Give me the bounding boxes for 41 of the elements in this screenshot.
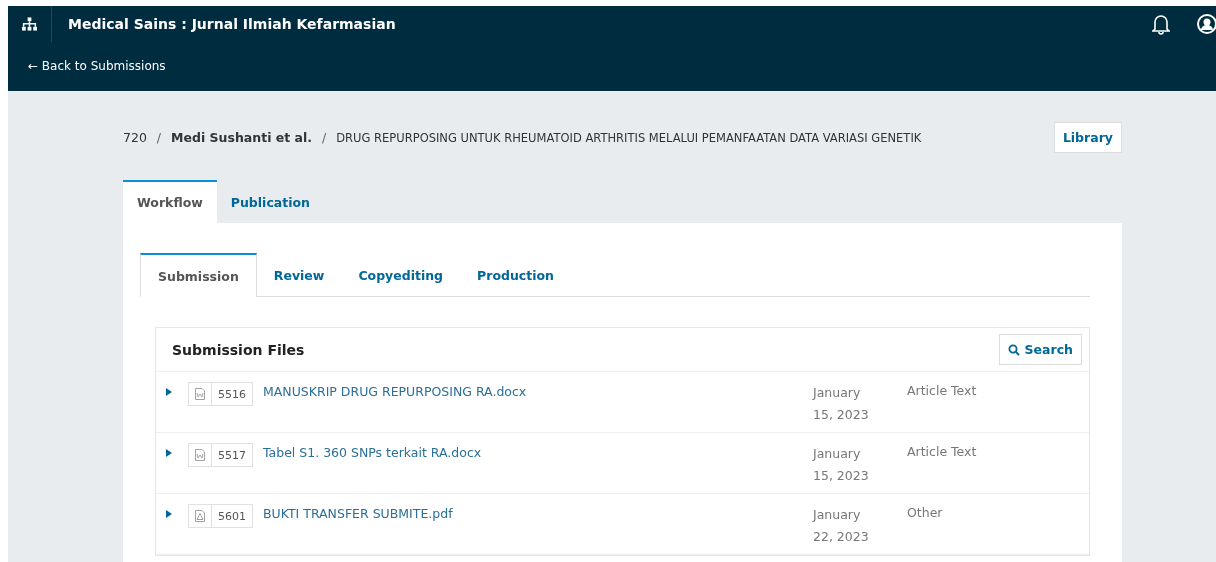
submission-title: DRUG REPURPOSING UNTUK RHEUMATOID ARTHRITIS MELALUI PEMANFAATAN DATA VARIASI GENETIK [336,130,922,145]
stage-tab[interactable]: Submission [140,253,257,297]
file-component: Article Text [907,444,977,459]
stage-tab[interactable]: Production [460,253,571,296]
search-button[interactable]: Search [998,334,1082,365]
library-button[interactable]: Library [1053,122,1122,153]
expand-icon[interactable] [166,510,172,518]
document-icon [195,449,205,461]
tab[interactable]: Workflow [123,180,217,223]
file-component: Other [907,505,943,520]
tab[interactable]: Publication [216,180,324,223]
file-id-badge: 5516 [188,382,253,406]
sitemap-icon[interactable] [22,6,52,42]
expand-icon[interactable] [166,388,172,396]
expand-icon[interactable] [166,449,172,457]
document-icon [195,388,205,400]
upload-date: January [813,384,862,402]
upload-date: January [813,506,862,524]
author-names: Medi Sushanti et al. [171,130,313,145]
user-icon[interactable] [1196,13,1216,35]
card-title: Submission Files [172,341,305,358]
journal-title[interactable]: Medical Sains : Jurnal Ilmiah Kefarmasian [68,16,396,32]
upload-date: January [813,445,862,463]
pdf-file-icon [195,510,205,522]
file-link[interactable]: MANUSKRIP DRUG REPURPOSING RA.docx [263,384,813,399]
file-link[interactable]: Tabel S1. 360 SNPs terkait RA.docx [263,445,813,460]
stage-tab[interactable]: Review [256,253,342,296]
file-link[interactable]: BUKTI TRANSFER SUBMITE.pdf [263,506,813,521]
submission-id: 720 [123,130,147,145]
upload-date: 15, 2023 [813,467,870,485]
back-link[interactable]: ← Back to Submissions [28,59,166,73]
breadcrumb-separator: / [322,130,327,145]
file-component: Article Text [907,383,977,398]
upload-date: 22, 2023 [813,528,870,546]
breadcrumb-separator: / [156,130,162,145]
file-id-badge: 5601 [188,504,253,528]
search-icon [1007,343,1020,356]
file-id-badge: 5517 [188,443,253,467]
upload-date: 15, 2023 [813,406,870,424]
stage-tab[interactable]: Copyediting [341,253,461,296]
bell-icon[interactable] [1152,13,1170,35]
